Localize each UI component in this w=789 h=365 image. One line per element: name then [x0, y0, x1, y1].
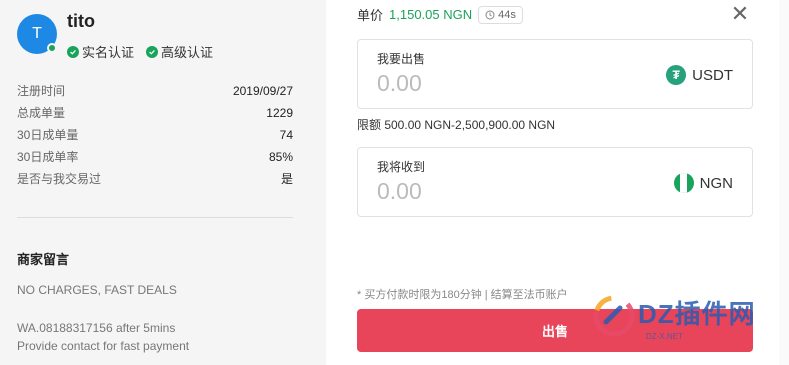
stat-label: 注册时间	[17, 84, 66, 98]
payment-footnote: * 买方付款时限为180分钟 | 结算至法币账户	[357, 289, 568, 301]
price-label: 单价	[357, 8, 384, 23]
merchant-notes-title: 商家留言	[17, 252, 70, 267]
check-circle-icon	[67, 45, 79, 58]
badge-label: 实名认证	[82, 45, 135, 60]
currency-code: USDT	[692, 66, 733, 84]
badge-label: 高级认证	[161, 45, 214, 60]
receive-amount-input[interactable]	[377, 178, 597, 205]
sell-amount-label: 我要出售	[377, 52, 426, 66]
sell-currency: ₮ USDT	[666, 65, 733, 85]
nigeria-flag-icon	[673, 173, 694, 193]
stat-value: 74	[279, 128, 293, 142]
close-icon[interactable]: ✕	[730, 3, 750, 25]
check-circle-icon	[146, 45, 159, 58]
merchant-note-line: WA.08188317156 after 5mins	[17, 321, 176, 335]
receive-amount-box: 我将收到 NGN	[357, 147, 753, 217]
merchant-panel: T tito 实名认证 高级认证 注册时间 2019/09/27 总成单量 12…	[0, 0, 326, 365]
stat-value: 是	[280, 172, 293, 186]
merchant-note: WA.08188317156 after 5mins Provide conta…	[17, 319, 189, 355]
merchant-note-line: Provide contact for fast payment	[17, 339, 190, 353]
badge-real-name: 实名认证	[67, 42, 134, 61]
stat-value: 85%	[268, 150, 293, 164]
trade-limit: 限额 500.00 NGN-2,500,900.00 NGN	[357, 118, 556, 132]
sell-amount-box: 我要出售 ₮ USDT	[357, 39, 753, 109]
divider	[17, 217, 293, 218]
verification-badges: 实名认证 高级认证	[67, 42, 213, 61]
online-status-dot	[47, 43, 57, 53]
clock-icon	[485, 10, 495, 19]
scrollbar[interactable]	[779, 0, 789, 365]
stat-row: 30日成单量 74	[17, 127, 293, 149]
stat-value: 2019/09/27	[232, 84, 293, 98]
badge-advanced: 高级认证	[146, 42, 213, 61]
unit-price: 单价 1,150.05 NGN 44s	[357, 5, 523, 24]
sell-amount-input[interactable]	[377, 70, 597, 97]
usdt-icon: ₮	[666, 65, 687, 85]
stat-label: 30日成单率	[17, 150, 79, 164]
stat-row: 30日成单率 85%	[17, 149, 293, 171]
stat-label: 30日成单量	[17, 128, 79, 142]
countdown-timer: 44s	[478, 5, 523, 24]
stat-row: 注册时间 2019/09/27	[17, 83, 293, 105]
receive-currency: NGN	[673, 173, 733, 193]
stat-label: 总成单量	[17, 106, 66, 120]
timer-value: 44s	[498, 8, 516, 21]
stat-value: 1229	[266, 106, 293, 120]
merchant-stats: 注册时间 2019/09/27 总成单量 1229 30日成单量 74 30日成…	[17, 83, 293, 193]
merchant-note: NO CHARGES, FAST DEALS	[17, 283, 177, 297]
merchant-name[interactable]: tito	[67, 11, 95, 32]
sell-button[interactable]: 出售	[357, 309, 753, 352]
price-value: 1,150.05 NGN	[389, 7, 473, 22]
stat-label: 是否与我交易过	[17, 172, 102, 186]
currency-code: NGN	[699, 174, 733, 192]
stat-row: 是否与我交易过 是	[17, 171, 293, 193]
trade-dialog: T tito 实名认证 高级认证 注册时间 2019/09/27 总成单量 12…	[0, 0, 789, 365]
receive-amount-label: 我将收到	[377, 160, 426, 174]
stat-row: 总成单量 1229	[17, 105, 293, 127]
